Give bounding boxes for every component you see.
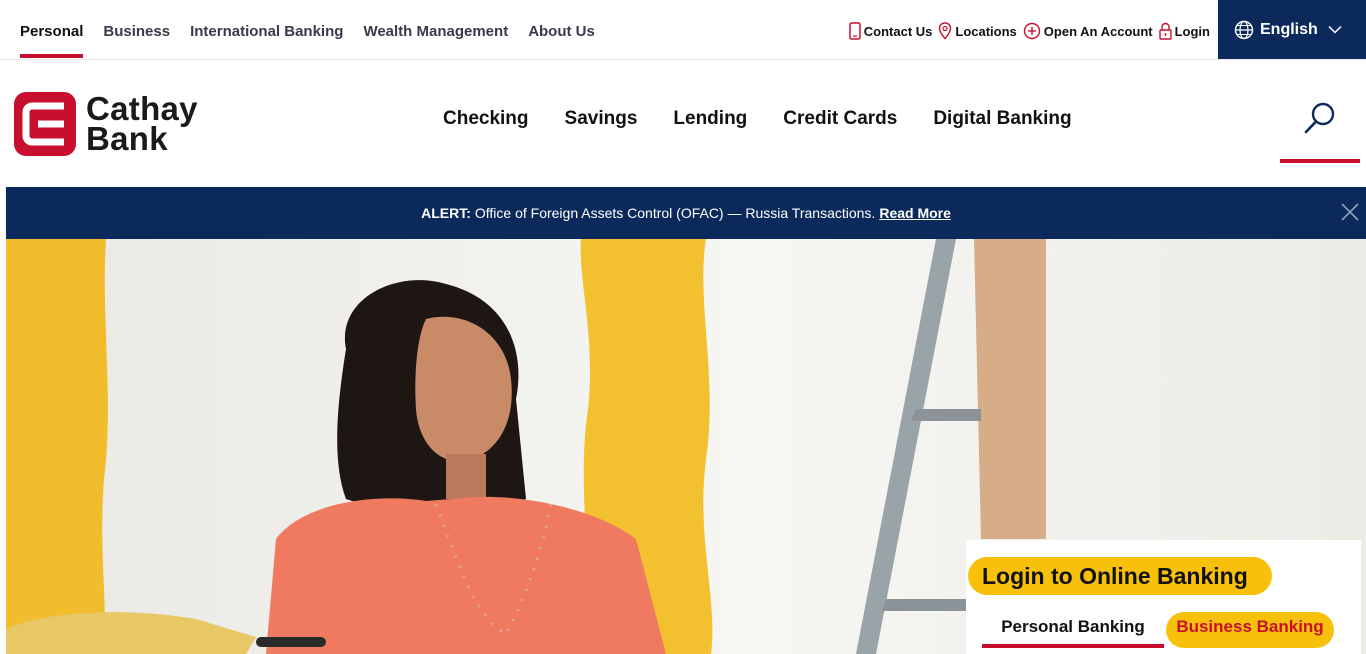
open-account-label: Open An Account xyxy=(1043,23,1153,39)
phone-icon xyxy=(849,22,861,40)
tab-personal-banking[interactable]: Personal Banking xyxy=(982,612,1164,648)
nav-checking[interactable]: Checking xyxy=(443,108,529,130)
tab-business-banking[interactable]: Business Banking xyxy=(1166,612,1334,648)
main-header: Cathay Bank Checking Savings Lending Cre… xyxy=(0,60,1366,187)
chevron-down-icon xyxy=(1328,25,1342,34)
contact-us-label: Contact Us xyxy=(863,23,933,39)
segment-wealth-management[interactable]: Wealth Management xyxy=(363,0,508,60)
globe-icon xyxy=(1234,20,1254,39)
segment-about-us[interactable]: About Us xyxy=(528,0,595,60)
login-link[interactable]: Login xyxy=(1158,22,1210,40)
alert-read-more-link[interactable]: Read More xyxy=(879,205,951,221)
lock-icon xyxy=(1158,22,1172,40)
open-account-link[interactable]: Open An Account xyxy=(1023,22,1153,40)
login-card: Login to Online Banking Personal Banking… xyxy=(966,540,1361,654)
locations-label: Locations xyxy=(955,23,1017,39)
segment-business[interactable]: Business xyxy=(103,0,170,60)
segment-personal[interactable]: Personal xyxy=(20,0,84,60)
segment-nav: Personal Business International Banking … xyxy=(20,0,615,60)
search-icon xyxy=(1304,102,1335,134)
location-pin-icon xyxy=(939,22,952,40)
alert-prefix: ALERT: xyxy=(421,205,471,221)
alert-banner: ALERT: Office of Foreign Assets Control … xyxy=(6,187,1366,239)
main-nav: Checking Savings Lending Credit Cards Di… xyxy=(443,108,1108,130)
contact-us-link[interactable]: Contact Us xyxy=(849,22,933,40)
language-label: English xyxy=(1260,20,1318,38)
cathay-logo-mark-icon xyxy=(14,92,76,156)
close-icon[interactable] xyxy=(1338,200,1362,224)
login-title: Login to Online Banking xyxy=(968,557,1272,595)
cathay-bank-logo[interactable]: Cathay Bank xyxy=(14,92,198,156)
login-label: Login xyxy=(1174,23,1210,39)
utility-bar: Personal Business International Banking … xyxy=(0,0,1366,60)
nav-credit-cards[interactable]: Credit Cards xyxy=(783,108,897,130)
alert-text: Office of Foreign Assets Control (OFAC) … xyxy=(474,205,876,221)
nav-lending[interactable]: Lending xyxy=(673,108,747,130)
nav-savings[interactable]: Savings xyxy=(565,108,638,130)
segment-international-banking[interactable]: International Banking xyxy=(190,0,343,60)
logo-wordmark: Cathay Bank xyxy=(86,92,198,157)
locations-link[interactable]: Locations xyxy=(938,22,1017,40)
nav-digital-banking[interactable]: Digital Banking xyxy=(933,108,1071,130)
search-button[interactable] xyxy=(1280,100,1360,163)
language-selector[interactable]: English xyxy=(1218,0,1366,59)
plus-circle-icon xyxy=(1023,22,1040,40)
logo-line-2: Bank xyxy=(86,120,168,157)
utility-links: Contact Us Locations Open An Account Log… xyxy=(843,18,1210,44)
